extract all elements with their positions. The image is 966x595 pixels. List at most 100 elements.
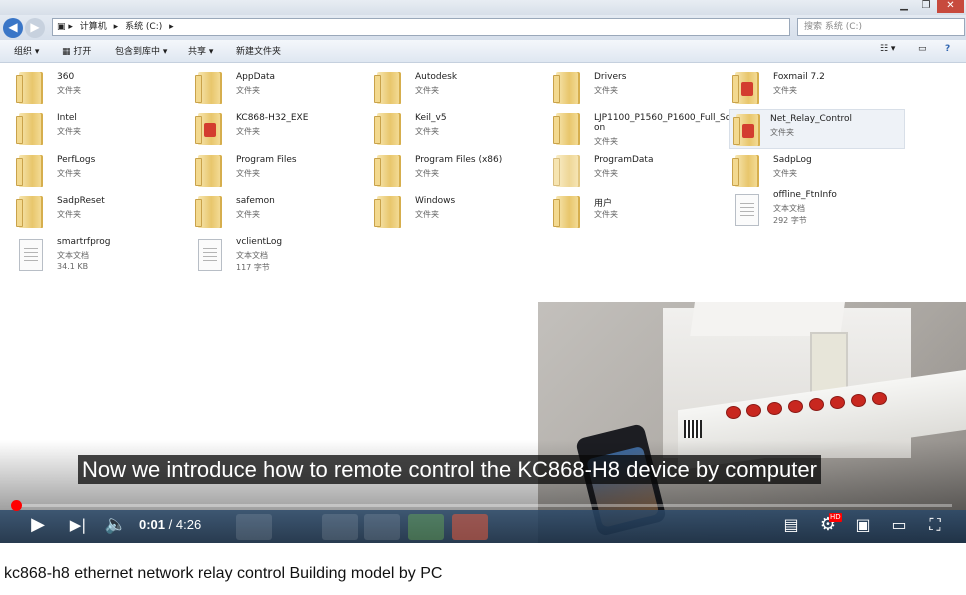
file-type: 文本文档	[57, 251, 89, 260]
breadcrumb-drive[interactable]: 系统 (C:)	[125, 22, 162, 32]
file-item-selected[interactable]: Net_Relay_Control 文件夹	[729, 109, 905, 149]
file-item[interactable]: Autodesk 文件夹	[363, 68, 541, 108]
file-name: SadpReset	[57, 196, 105, 206]
file-name: Net_Relay_Control	[770, 114, 853, 124]
file-item[interactable]: safemon 文件夹	[184, 192, 362, 232]
back-icon[interactable]: ◀	[3, 18, 23, 38]
preview-pane-icon[interactable]: ▭	[918, 44, 927, 54]
file-item[interactable]: SadpLog 文件夹	[721, 151, 899, 191]
folder-icon	[195, 155, 222, 187]
file-item[interactable]: Intel 文件夹	[5, 109, 183, 149]
file-item[interactable]: vclientLog 文本文档 117 字节	[184, 233, 362, 279]
search-input[interactable]: 搜索 系统 (C:)	[797, 18, 965, 36]
file-type: 文本文档	[773, 204, 805, 213]
file-type: 文本文档	[236, 251, 268, 260]
video-caption: Now we introduce how to remote control t…	[78, 455, 821, 484]
file-item[interactable]: Keil_v5 文件夹	[363, 109, 541, 149]
file-type: 文件夹	[57, 127, 81, 136]
file-item[interactable]: Program Files 文件夹	[184, 151, 362, 191]
file-item[interactable]: SadpReset 文件夹	[5, 192, 183, 232]
file-item[interactable]: AppData 文件夹	[184, 68, 362, 108]
file-item[interactable]: offline_FtnInfo 文本文档 292 字节	[721, 186, 899, 232]
file-type: 文件夹	[415, 127, 439, 136]
folder-icon	[553, 196, 580, 228]
file-type: 文件夹	[57, 86, 81, 95]
file-type: 文件夹	[57, 169, 81, 178]
file-name: SadpLog	[773, 155, 812, 165]
video-title: kc868-h8 ethernet network relay control …	[4, 565, 443, 582]
file-name: Drivers	[594, 72, 627, 82]
file-type: 文件夹	[236, 86, 260, 95]
close-icon[interactable]: ✕	[937, 0, 964, 13]
new-folder-button[interactable]: 新建文件夹	[236, 44, 281, 57]
file-name: vclientLog	[236, 237, 283, 247]
file-type: 文件夹	[236, 169, 260, 178]
folder-icon	[16, 196, 43, 228]
file-item[interactable]: smartrfprog 文本文档 34.1 KB	[5, 233, 183, 279]
taskbar-app	[236, 514, 272, 540]
share-button[interactable]: 共享 ▾	[188, 44, 213, 57]
file-name: Keil_v5	[415, 113, 447, 123]
file-item[interactable]: Windows 文件夹	[363, 192, 541, 232]
folder-icon	[195, 113, 222, 145]
file-name: smartrfprog	[57, 237, 111, 247]
file-item[interactable]: Program Files (x86) 文件夹	[363, 151, 541, 191]
progress-bar[interactable]	[10, 500, 952, 511]
help-icon[interactable]: ?	[945, 44, 950, 54]
file-name: safemon	[236, 196, 275, 206]
folder-icon	[16, 113, 43, 145]
file-item[interactable]: KC868-H32_EXE 文件夹	[184, 109, 362, 149]
file-item[interactable]: 用户 文件夹	[542, 192, 720, 232]
open-label: 打开	[73, 47, 92, 57]
maximize-icon[interactable]: ❐	[915, 0, 937, 13]
file-name-wrap: on	[594, 123, 606, 133]
file-name: Windows	[415, 196, 456, 206]
file-item[interactable]: PerfLogs 文件夹	[5, 151, 183, 191]
file-name: 360	[57, 72, 75, 82]
file-item[interactable]: 360 文件夹	[5, 68, 183, 108]
folder-icon	[195, 196, 222, 228]
volume-icon[interactable]: 🔈	[102, 513, 130, 537]
minimize-icon[interactable]: ▁	[893, 0, 915, 13]
folder-icon	[16, 155, 43, 187]
file-type: 文件夹	[415, 169, 439, 178]
file-type: 文件夹	[594, 137, 618, 146]
file-name: Program Files	[236, 155, 297, 165]
folder-icon	[732, 155, 759, 187]
address-bar[interactable]: ▣ ▸ 计算机 ▸ 系统 (C:) ▸	[52, 18, 790, 36]
file-name: Intel	[57, 113, 77, 123]
miniplayer-icon[interactable]: ▣	[850, 513, 876, 537]
time-display: 0:01 / 4:26	[139, 517, 202, 532]
file-item[interactable]: ProgramData 文件夹	[542, 151, 720, 191]
forward-icon[interactable]: ▶	[25, 18, 45, 38]
next-icon[interactable]: ▶|	[64, 513, 92, 537]
folder-icon	[374, 72, 401, 104]
text-document-icon	[735, 194, 759, 226]
file-type: 文件夹	[773, 86, 797, 95]
folder-icon	[374, 113, 401, 145]
breadcrumb-computer[interactable]: 计算机	[80, 22, 107, 32]
folder-icon	[374, 155, 401, 187]
file-name: offline_FtnInfo	[773, 190, 837, 200]
folder-icon	[733, 114, 760, 146]
file-type: 文件夹	[415, 210, 439, 219]
file-type: 文件夹	[770, 128, 794, 137]
theater-mode-icon[interactable]: ▭	[886, 513, 912, 537]
view-options-icon[interactable]: ☷ ▾	[880, 44, 895, 54]
file-size: 292 字节	[773, 216, 807, 225]
file-item[interactable]: Foxmail 7.2 文件夹	[721, 68, 899, 108]
play-icon[interactable]: ▶	[24, 513, 52, 537]
scrubber-handle[interactable]	[10, 500, 22, 511]
file-list: 360 文件夹 AppData 文件夹 Autodesk 文件夹 Drivers 文件夹…	[0, 63, 966, 303]
file-item[interactable]: Drivers 文件夹	[542, 68, 720, 108]
fullscreen-icon[interactable]: ⛶	[922, 513, 948, 537]
open-button[interactable]: ▦ 打开	[62, 44, 91, 57]
subtitles-icon[interactable]: ▤	[778, 513, 804, 537]
file-item[interactable]: LJP1100_P1560_P1600_Full_Soluti on 文件夹	[542, 109, 746, 155]
current-time: 0:01	[139, 517, 166, 532]
settings-icon[interactable]: ⚙ HD	[815, 513, 842, 537]
organize-button[interactable]: 组织 ▾	[14, 44, 39, 57]
include-library-button[interactable]: 包含到库中 ▾	[115, 44, 167, 57]
video-player[interactable]: ▁ ❐ ✕ ◀ ▶ ▣ ▸ 计算机 ▸ 系统 (C:) ▸ 搜索 系统 (C:)…	[0, 0, 966, 543]
file-type: 文件夹	[236, 210, 260, 219]
